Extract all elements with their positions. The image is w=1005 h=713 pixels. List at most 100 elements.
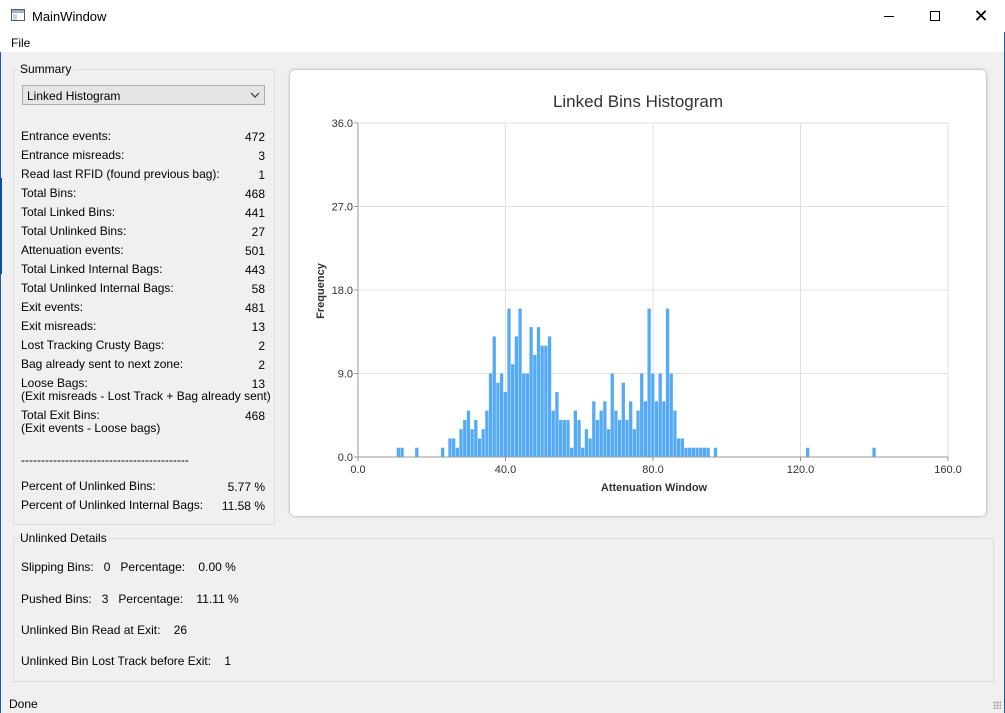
histogram-bar [684, 447, 688, 457]
histogram-bar [529, 327, 533, 457]
stat-label: Bag already sent to next zone: [21, 357, 184, 371]
stat-value: 2 [258, 339, 265, 353]
x-tick-label: 80.0 [642, 464, 663, 476]
window-title: MainWindow [32, 9, 107, 24]
stat-label: Total Linked Bins: [21, 205, 116, 219]
histogram-bar [496, 382, 500, 457]
status-bar: Done [0, 693, 1005, 713]
stat-label: Total Bins: [21, 186, 77, 200]
resize-grip-icon[interactable] [993, 701, 1001, 709]
percent-value: 11.58 % [221, 499, 265, 513]
histogram-bar [511, 364, 515, 457]
histogram-bar [555, 392, 559, 457]
summary-group-title: Summary [18, 62, 74, 76]
histogram-bar [603, 401, 607, 457]
stat-value: 2 [258, 358, 265, 372]
histogram-bar [699, 447, 703, 457]
histogram-bar [492, 336, 496, 457]
x-axis-label: Attenuation Window [601, 482, 708, 494]
histogram-bar [632, 429, 637, 457]
histogram-bar [503, 392, 507, 457]
stat-value: 472 [244, 130, 265, 144]
menu-file[interactable]: File [11, 36, 30, 50]
window-border-left [0, 52, 1, 713]
percent-value: 5.77 % [227, 480, 265, 494]
stat-value: 1 [258, 168, 265, 182]
x-tick-label: 120.0 [787, 464, 815, 476]
close-button[interactable]: ✕ [958, 0, 1004, 32]
window-edge-highlight [0, 178, 2, 274]
histogram-bar [625, 419, 629, 457]
histogram-bar [514, 336, 519, 457]
histogram-bar [588, 438, 592, 457]
histogram-bar [673, 410, 677, 457]
histogram-bar [636, 410, 640, 457]
percent-label: Percent of Unlinked Bins: [21, 479, 156, 493]
histogram-bar [474, 419, 478, 457]
histogram-bar [440, 447, 445, 457]
histogram-bar [536, 327, 541, 457]
percent-label: Percent of Unlinked Internal Bags: [21, 498, 204, 512]
histogram-bar [452, 438, 456, 457]
stat-label: Exit misreads: [21, 319, 97, 333]
histogram-bar [547, 336, 552, 457]
stat-label: Lost Tracking Crusty Bags: [21, 338, 165, 352]
y-tick-label: 36.0 [332, 118, 353, 130]
histogram-bar [573, 410, 578, 457]
histogram-bar [676, 438, 681, 457]
stat-label: Entrance events: [21, 129, 112, 143]
stat-value: 468 [244, 187, 265, 201]
y-tick-label: 18.0 [332, 285, 353, 297]
minimize-button[interactable] [866, 0, 912, 32]
minimize-icon [884, 15, 894, 17]
histogram-bar [488, 373, 493, 457]
histogram-bar [680, 438, 684, 457]
x-tick-label: 0.0 [350, 464, 365, 476]
histogram-bar [640, 373, 644, 457]
histogram-chart: Linked Bins Histogram 0.0 40.0 80.0 120.0 16… [290, 70, 986, 516]
histogram-bar [669, 373, 673, 457]
y-tick-label: 27.0 [332, 202, 353, 214]
histogram-bar [466, 410, 471, 457]
stat-value: 443 [244, 263, 265, 277]
histogram-bar [415, 447, 419, 457]
chevron-down-icon [250, 92, 260, 98]
app-window-icon [11, 9, 25, 21]
y-axis-label: Frequency [315, 262, 327, 319]
histogram-bar [606, 429, 611, 457]
histogram-bar [470, 429, 474, 457]
view-select[interactable]: Linked Histogram [22, 85, 265, 105]
x-tick-label: 160.0 [934, 464, 962, 476]
stat-value: 468 [244, 409, 265, 423]
stat-label: Entrance misreads: [21, 148, 125, 162]
histogram-bar [691, 447, 696, 457]
histogram-bar [610, 373, 614, 457]
histogram-bar [658, 373, 662, 457]
histogram-bar [617, 419, 622, 457]
histogram-bar [577, 419, 581, 457]
histogram-bar [499, 373, 504, 457]
histogram-bar [400, 447, 404, 457]
histogram-bar [396, 447, 401, 457]
stat-label: Total Unlinked Bins: [21, 224, 127, 238]
stat-label: Loose Bags: (Exit misreads - Lost Track … [21, 376, 271, 403]
histogram-bar [507, 308, 511, 457]
unlinked-details-title: Unlinked Details [18, 531, 109, 545]
histogram-bar [621, 382, 625, 457]
stat-value: 13 [251, 320, 265, 334]
stat-value: 13 [251, 377, 265, 391]
title-bar: MainWindow ✕ [0, 0, 1005, 32]
stat-label: Total Unlinked Internal Bags: [21, 281, 174, 295]
histogram-bar [629, 401, 633, 457]
separator-line: ----------------------------------------… [21, 453, 189, 467]
status-text: Done [9, 697, 38, 711]
histogram-bar [806, 447, 810, 457]
stat-label: Attenuation events: [21, 243, 124, 257]
histogram-bar [558, 419, 563, 457]
histogram-bar [562, 419, 566, 457]
histogram-bar [455, 447, 460, 457]
maximize-button[interactable] [912, 0, 958, 32]
histogram-bar [599, 410, 603, 457]
histogram-bar [522, 373, 526, 457]
histogram-bar [477, 438, 482, 457]
